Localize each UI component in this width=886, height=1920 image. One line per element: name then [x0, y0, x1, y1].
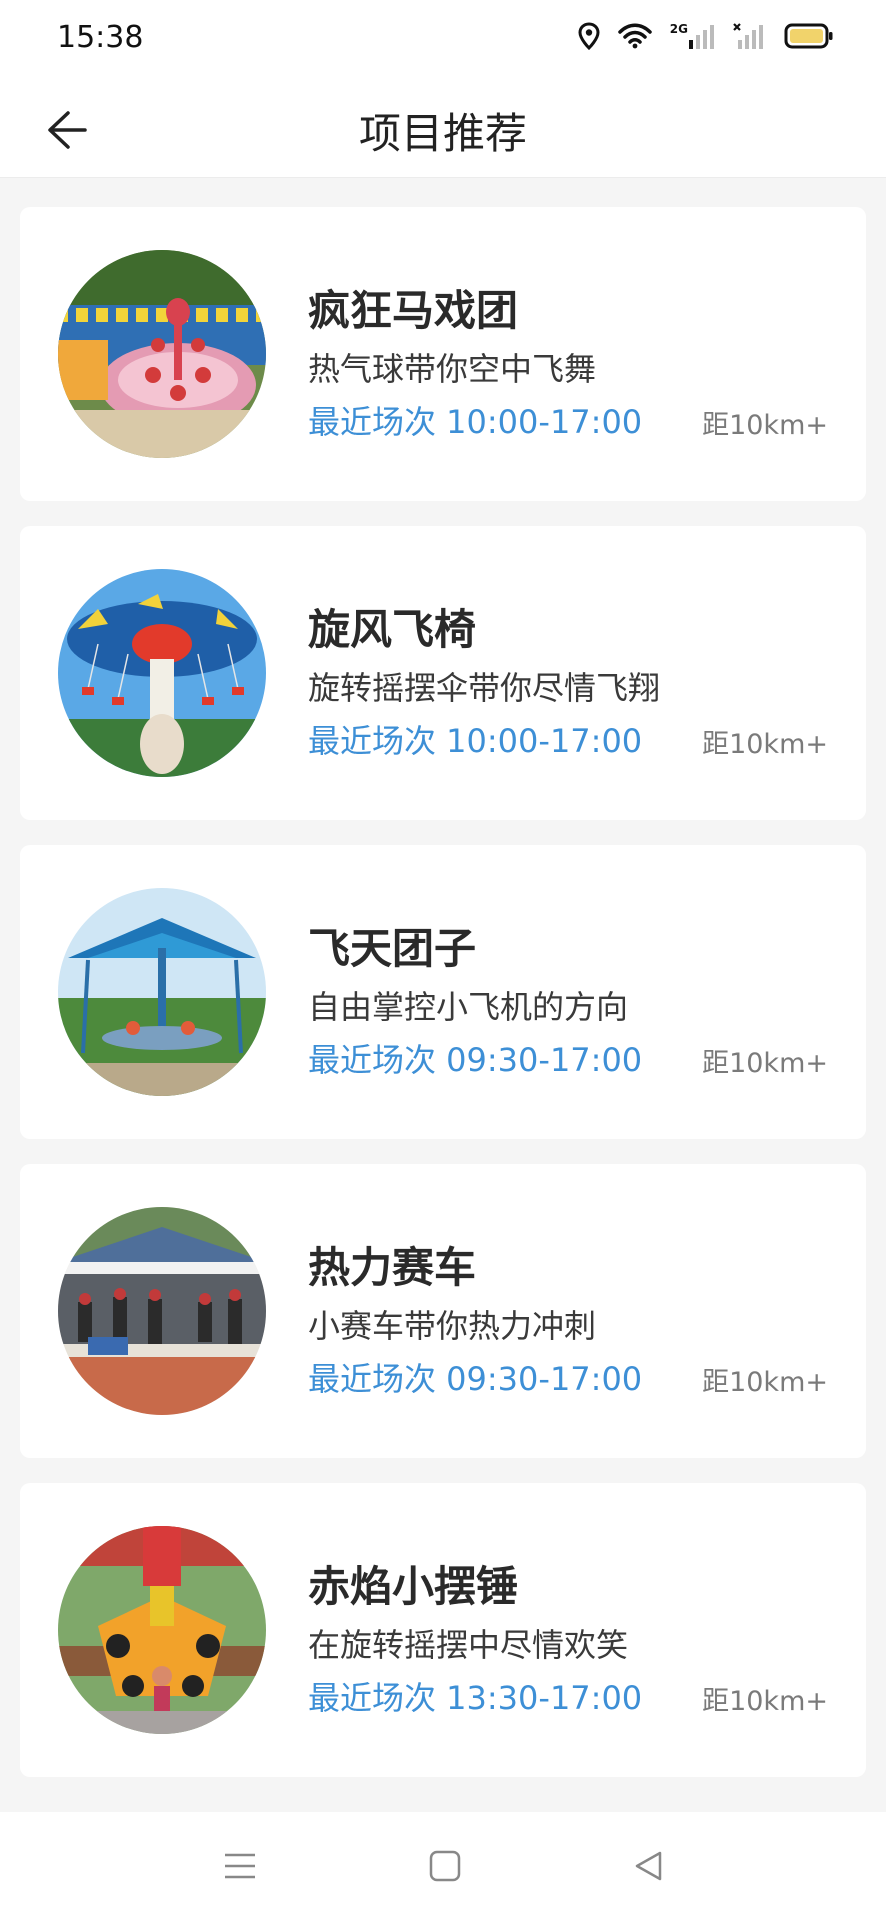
network-label: 2G: [669, 22, 688, 36]
attraction-title: 疯狂马戏团: [308, 286, 519, 335]
attraction-desc: 自由掌控小飞机的方向: [308, 988, 629, 1026]
attraction-list: 疯狂马戏团 热气球带你空中飞舞 最近场次 10:00-17:00 距10km+: [20, 207, 866, 1802]
attraction-image: [58, 250, 266, 458]
attraction-card[interactable]: 热力赛车 小赛车带你热力冲刺 最近场次 09:30-17:00 距10km+: [20, 1164, 866, 1458]
back-triangle-icon[interactable]: [633, 1850, 663, 1882]
attraction-session: 最近场次 09:30-17:00: [308, 1360, 643, 1398]
attraction-card[interactable]: 疯狂马戏团 热气球带你空中飞舞 最近场次 10:00-17:00 距10km+: [20, 207, 866, 501]
attraction-title: 旋风飞椅: [308, 605, 477, 654]
attraction-title: 热力赛车: [308, 1243, 477, 1292]
page-title: 项目推荐: [358, 109, 527, 158]
system-nav-bar: [0, 1812, 886, 1920]
attraction-session: 最近场次 09:30-17:00: [308, 1041, 643, 1079]
location-icon: [578, 22, 600, 50]
status-time: 15:38: [57, 20, 144, 55]
attraction-image: [58, 569, 266, 777]
attraction-desc: 小赛车带你热力冲刺: [308, 1307, 597, 1345]
signal-icon: 2G: [670, 22, 714, 50]
battery-icon: [784, 22, 834, 50]
attraction-desc: 在旋转摇摆中尽情欢笑: [308, 1626, 629, 1664]
attraction-image: [58, 1526, 266, 1734]
attraction-distance: 距10km+: [702, 1367, 828, 1398]
status-bar: 15:38 2G: [0, 0, 886, 80]
attraction-distance: 距10km+: [702, 410, 828, 441]
attraction-distance: 距10km+: [702, 1048, 828, 1079]
attraction-title: 赤焰小摆锤: [308, 1562, 519, 1611]
attraction-image: [58, 1207, 266, 1415]
attraction-session: 最近场次 13:30-17:00: [308, 1679, 643, 1717]
attraction-card[interactable]: 旋风飞椅 旋转摇摆伞带你尽情飞翔 最近场次 10:00-17:00 距10km+: [20, 526, 866, 820]
app-header: 项目推荐: [0, 80, 886, 178]
attraction-distance: 距10km+: [702, 729, 828, 760]
attraction-title: 飞天团子: [308, 924, 477, 973]
attraction-session: 最近场次 10:00-17:00: [308, 403, 643, 441]
attraction-card[interactable]: 飞天团子 自由掌控小飞机的方向 最近场次 09:30-17:00 距10km+: [20, 845, 866, 1139]
attraction-desc: 旋转摇摆伞带你尽情飞翔: [308, 669, 661, 707]
menu-icon[interactable]: [223, 1851, 257, 1881]
status-icons: 2G: [578, 22, 834, 50]
attraction-distance: 距10km+: [702, 1686, 828, 1717]
wifi-icon: [618, 23, 652, 49]
attraction-image: [58, 888, 266, 1096]
home-square-icon[interactable]: [429, 1850, 461, 1882]
screen: 15:38 2G 项目推荐 疯狂马戏团 热气球带你空中飞舞 最近场次 10:00…: [0, 0, 886, 1920]
signal-off-icon: [732, 22, 766, 50]
attraction-card[interactable]: 赤焰小摆锤 在旋转摇摆中尽情欢笑 最近场次 13:30-17:00 距10km+: [20, 1483, 866, 1777]
attraction-session: 最近场次 10:00-17:00: [308, 722, 643, 760]
attraction-desc: 热气球带你空中飞舞: [308, 350, 597, 388]
